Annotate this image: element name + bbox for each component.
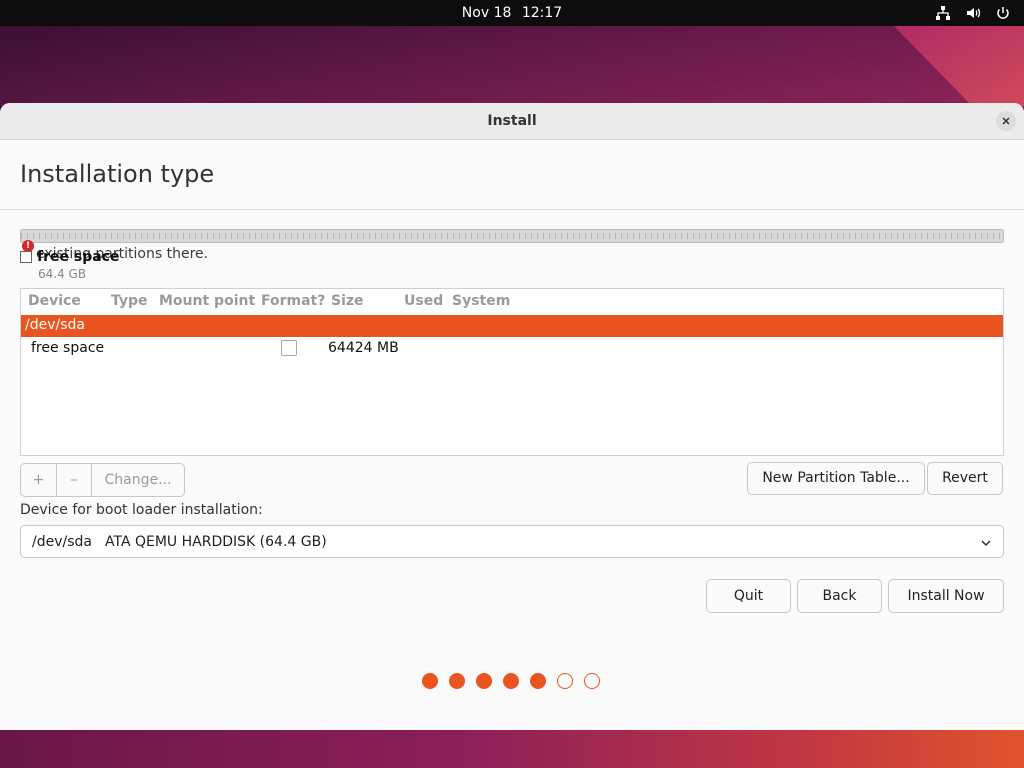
volume-icon [964,4,982,22]
window-title: Install [487,113,537,129]
page-title: Installation type [20,160,215,188]
bootloader-label: Device for boot loader installation: [20,502,263,518]
column-header-system[interactable]: System [452,293,510,309]
install-now-button[interactable]: Install Now [888,579,1004,613]
row-device: /dev/sda [25,317,85,333]
column-header-mount-point[interactable]: Mount point [159,293,255,309]
progress-dots [422,673,600,689]
legend-size: 64.4 GB [38,267,87,281]
close-button[interactable] [996,111,1016,131]
column-header-size[interactable]: Size [331,293,364,309]
bootloader-device: /dev/sda [32,534,92,550]
column-header-type[interactable]: Type [111,293,148,309]
progress-dot [530,673,546,689]
new-partition-table-button[interactable]: New Partition Table... [747,462,925,495]
wallpaper-bottom [0,730,1024,768]
table-row[interactable]: free space 64424 MB [21,338,1003,360]
back-button[interactable]: Back [797,579,882,613]
progress-dot [449,673,465,689]
progress-dot [422,673,438,689]
row-device: free space [31,340,105,356]
table-row[interactable]: /dev/sda [21,315,1003,337]
partition-toolbar: + – Change... [20,463,185,497]
table-header: Device Type Mount point Format? Size Use… [21,289,1003,314]
change-partition-button[interactable]: Change... [91,464,184,496]
row-size: 64424 MB [328,340,399,356]
clock-time: 12:17 [521,5,563,21]
legend-label: free space [37,249,120,265]
add-partition-button[interactable]: + [21,464,56,496]
chevron-down-icon [981,540,991,547]
installer-window: Install Installation type ! existing par… [0,103,1024,730]
column-header-format[interactable]: Format? [261,293,325,309]
quit-button[interactable]: Quit [706,579,791,613]
clock[interactable]: Nov 18 12:17 [0,0,1024,26]
desktop-wallpaper [0,26,1024,106]
network-icon [934,4,952,22]
column-header-used[interactable]: Used [404,293,443,309]
progress-dot [557,673,573,689]
progress-dot [503,673,519,689]
column-header-device[interactable]: Device [28,293,81,309]
bootloader-device-select[interactable]: /dev/sda ATA QEMU HARDDISK (64.4 GB) [20,525,1004,558]
format-checkbox[interactable] [281,340,297,356]
remove-partition-button[interactable]: – [56,464,91,496]
progress-dot [476,673,492,689]
partition-bar [20,229,1004,243]
bootloader-description: ATA QEMU HARDDISK (64.4 GB) [105,534,327,550]
partition-table[interactable]: Device Type Mount point Format? Size Use… [20,288,1004,456]
header-divider [0,209,1024,210]
power-icon [994,4,1012,22]
revert-button[interactable]: Revert [927,462,1003,495]
progress-dot [584,673,600,689]
close-icon [1002,117,1010,125]
partition-bar-ticks [21,233,1003,239]
clock-date: Nov 18 [461,5,512,21]
system-tray[interactable] [934,4,1012,22]
window-titlebar[interactable]: Install [0,103,1024,140]
legend-swatch [20,251,32,263]
top-bar: Nov 18 12:17 [0,0,1024,26]
